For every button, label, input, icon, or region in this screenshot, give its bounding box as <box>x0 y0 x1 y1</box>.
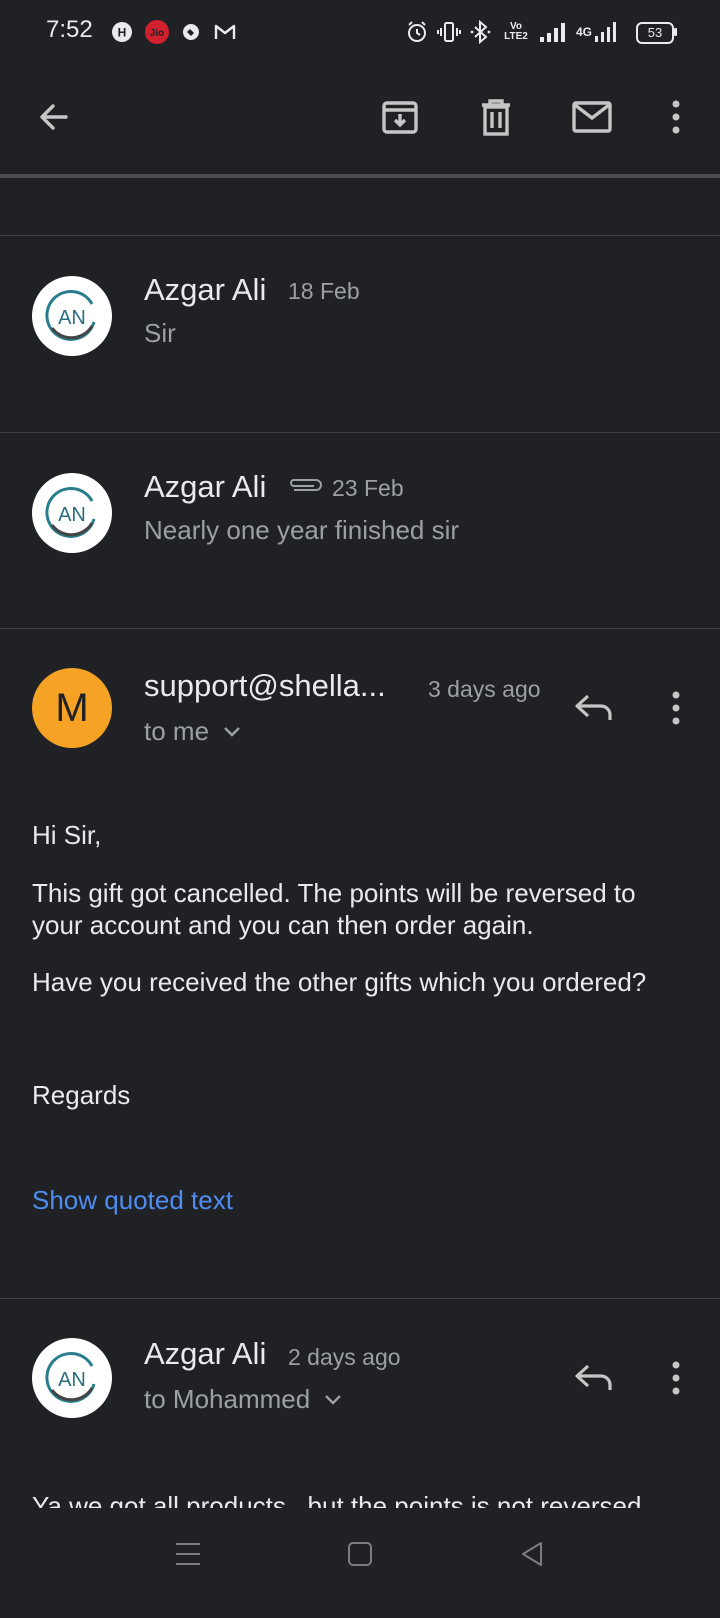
gmail-notification-icon <box>212 20 238 44</box>
status-time: 7:52 <box>46 16 93 43</box>
status-bar: 7:52 H Jio Vo LTE2 4G 53 <box>0 0 720 64</box>
collapsed-message-2[interactable]: AN Azgar Ali 23 Feb Nearly one year fini… <box>0 433 720 629</box>
reply-button[interactable] <box>570 684 618 732</box>
message-more-button[interactable] <box>652 684 700 732</box>
mail-icon <box>572 101 612 133</box>
reply-icon <box>575 694 612 720</box>
back-nav-button[interactable] <box>508 1530 556 1578</box>
archive-button[interactable] <box>372 89 428 145</box>
message-snippet: Sir <box>144 318 176 348</box>
avatar: AN <box>32 1338 112 1418</box>
sender-name: Azgar Ali <box>144 469 267 504</box>
app-notification-icon <box>180 20 202 44</box>
back-triangle-icon <box>522 1542 542 1566</box>
message-date: 23 Feb <box>332 475 404 501</box>
sender-name[interactable]: support@shella... <box>144 668 386 704</box>
arrow-left-icon <box>40 104 68 130</box>
avatar: AN <box>32 276 112 356</box>
bluetooth-icon <box>468 20 494 44</box>
message-more-button[interactable] <box>652 1354 700 1402</box>
signal-icon-sim2: 4G <box>576 20 616 44</box>
avatar: AN <box>32 473 112 553</box>
reply-button[interactable] <box>570 1354 618 1402</box>
network-type-label: 4G <box>576 25 593 39</box>
sender-name: Azgar Ali <box>144 272 267 307</box>
body-paragraph: Have you received the other gifts which … <box>32 967 647 997</box>
archive-icon <box>382 101 418 134</box>
recipient-label: to me <box>144 716 210 746</box>
an-logo-icon: AN <box>45 1352 96 1403</box>
more-options-button[interactable] <box>648 89 704 145</box>
home-square-icon <box>348 1542 372 1566</box>
message-date: 2 days ago <box>288 1344 401 1370</box>
body-greeting: Hi Sir, <box>32 820 102 850</box>
chevron-down-icon <box>224 726 240 737</box>
trash-icon <box>482 99 510 136</box>
sender-name[interactable]: Azgar Ali <box>144 1336 266 1372</box>
reply-icon <box>575 1364 612 1390</box>
recipient-details-toggle[interactable]: to Mohammed <box>144 1384 342 1415</box>
toolbar-divider <box>0 174 720 178</box>
hotstar-app-icon: H <box>110 20 134 44</box>
more-vert-icon <box>672 691 680 725</box>
divider <box>0 1298 720 1299</box>
svg-text:AN: AN <box>58 307 86 329</box>
chevron-down-icon <box>325 1394 342 1405</box>
collapsed-message-1[interactable]: AN Azgar Ali 18 Feb Sir <box>0 236 720 432</box>
vibrate-icon <box>436 20 462 44</box>
back-button[interactable] <box>26 89 82 145</box>
home-button[interactable] <box>336 1530 384 1578</box>
an-logo-icon: AN <box>45 290 96 341</box>
delete-button[interactable] <box>468 89 524 145</box>
menu-icon <box>176 1543 200 1565</box>
volte-icon: Vo LTE2 <box>502 20 530 44</box>
show-quoted-text-link[interactable]: Show quoted text <box>32 1185 233 1216</box>
an-logo-icon: AN <box>45 487 96 538</box>
jio-app-icon: Jio <box>144 20 170 44</box>
more-vert-icon <box>672 100 680 134</box>
toolbar <box>0 64 720 176</box>
body-paragraph: This gift got cancelled. The points will… <box>32 878 636 940</box>
body-signoff: Regards <box>32 1080 131 1110</box>
message-snippet: Nearly one year finished sir <box>144 515 460 545</box>
attachment-icon <box>286 477 324 498</box>
svg-text:AN: AN <box>58 504 86 526</box>
volte-label: Vo LTE2 <box>504 21 528 42</box>
alarm-icon <box>404 20 430 44</box>
recipient-label: to Mohammed <box>144 1384 311 1414</box>
battery-tip <box>674 28 677 36</box>
system-nav-bar <box>0 1508 720 1618</box>
svg-text:H: H <box>118 26 127 40</box>
svg-text:AN: AN <box>58 1369 86 1391</box>
more-vert-icon <box>672 1361 680 1395</box>
message-date: 18 Feb <box>288 278 360 304</box>
svg-text:Jio: Jio <box>150 28 164 39</box>
message-date: 3 days ago <box>428 676 541 702</box>
recipient-details-toggle[interactable]: to me <box>144 716 241 747</box>
mark-unread-button[interactable] <box>564 89 620 145</box>
avatar: M <box>32 668 112 748</box>
battery-indicator: 53 <box>636 22 674 44</box>
signal-icon-sim1 <box>538 20 566 44</box>
divider <box>0 628 720 629</box>
recents-button[interactable] <box>164 1530 212 1578</box>
